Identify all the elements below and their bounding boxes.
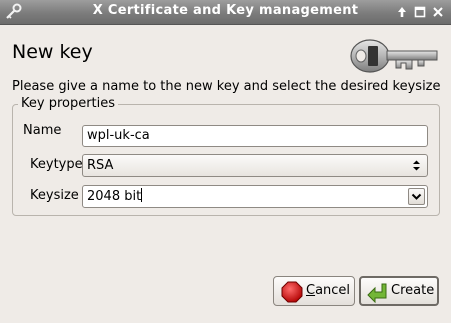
text-cursor [141, 188, 143, 202]
chevron-down-icon[interactable] [408, 188, 425, 205]
name-label: Name [23, 123, 62, 138]
group-title: Key properties [18, 96, 119, 111]
keytype-select[interactable]: RSA [82, 154, 428, 177]
maximize-icon[interactable] [413, 5, 427, 19]
cancel-label: Cancel [306, 283, 351, 298]
cancel-icon [281, 281, 303, 303]
title-bar[interactable]: X Certificate and Key management [0, 0, 451, 25]
instruction-text: Please give a name to the new key and se… [12, 79, 441, 94]
keysize-value: 2048 bit [87, 189, 142, 204]
window-title: X Certificate and Key management [92, 3, 359, 18]
cancel-button[interactable]: Cancel [273, 276, 355, 306]
create-arrow-icon [366, 281, 388, 304]
create-button[interactable]: Create [359, 276, 439, 306]
close-icon[interactable] [431, 5, 445, 19]
name-input[interactable]: wpl-uk-ca [82, 125, 428, 147]
keytype-label: Keytype [30, 157, 83, 172]
updown-arrow-icon[interactable] [408, 157, 425, 174]
keysize-label: Keysize [30, 188, 79, 203]
key-icon [348, 32, 440, 80]
window-shade-icon[interactable] [395, 5, 409, 19]
name-input-value: wpl-uk-ca [87, 128, 150, 143]
keytype-value: RSA [87, 158, 114, 173]
keysize-combobox[interactable]: 2048 bit [82, 185, 428, 208]
dialog-heading: New key [12, 41, 93, 63]
create-label: Create [391, 283, 435, 298]
